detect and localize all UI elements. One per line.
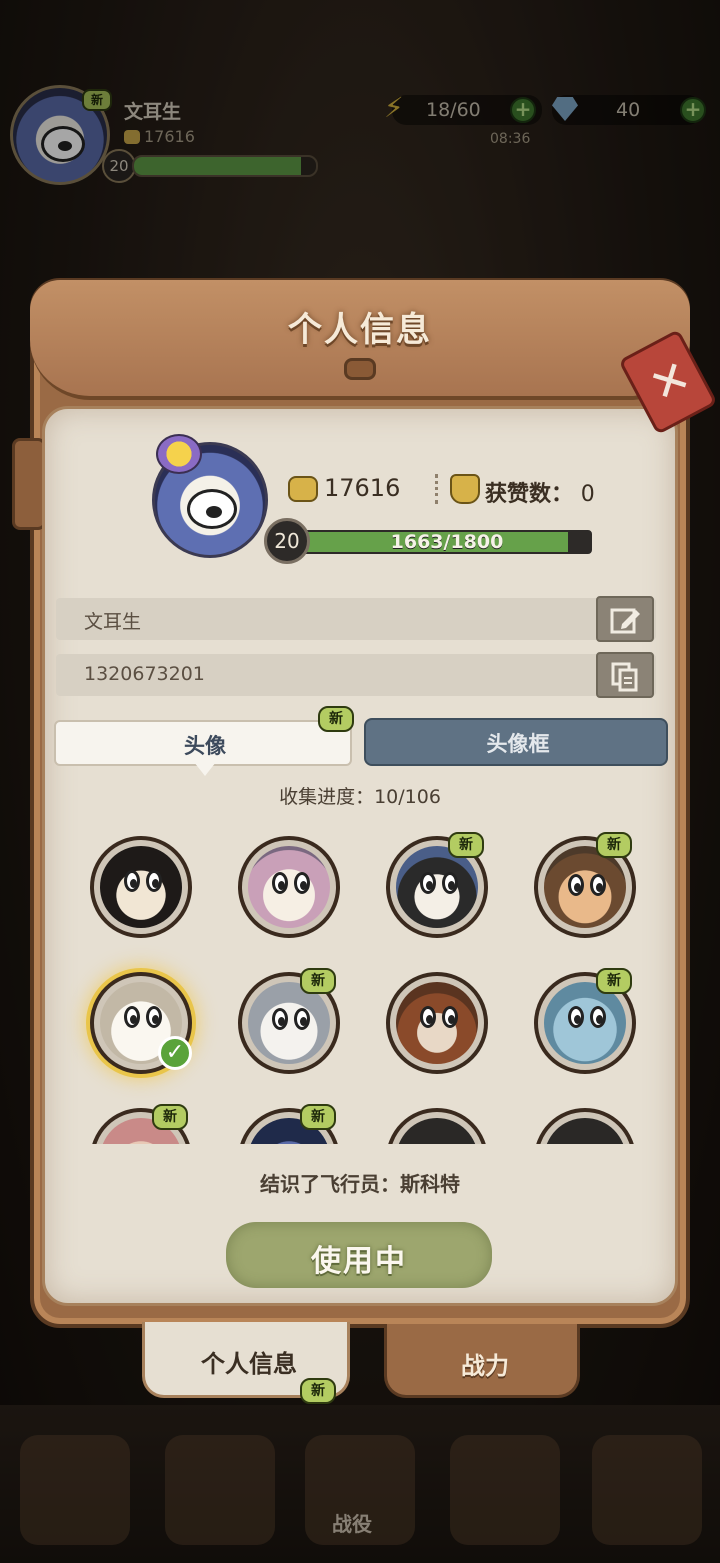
new-badge: 新: [448, 832, 484, 858]
copy-icon: [611, 662, 638, 692]
tab-personal-info-label: 个人信息: [201, 1350, 297, 1378]
player-id: 1320673201: [84, 663, 205, 685]
name-field: 文耳生: [56, 596, 656, 642]
collection-progress: 收集进度：10/106: [0, 782, 720, 809]
panel-clasp: [344, 358, 376, 380]
profile-level: 20: [264, 518, 310, 564]
avatar-unlock-info: 结识了飞行员：斯科特: [260, 1172, 460, 1196]
copy-id-button[interactable]: [596, 652, 654, 698]
personal-info-new-badge: 新: [300, 1378, 336, 1404]
tab-avatar-frame-label: 头像框: [486, 732, 550, 756]
player-name: 文耳生: [84, 611, 142, 633]
checkmark-icon: ✓: [158, 1036, 192, 1070]
progress-value: 10/106: [374, 786, 441, 808]
tab-avatar-new-badge: 新: [318, 706, 354, 732]
stat-divider: [435, 474, 438, 504]
avatar-option-locked[interactable]: [386, 1108, 488, 1144]
likes-stat: 获赞数： 0: [485, 476, 595, 508]
use-avatar-button-label: 使用中: [311, 1244, 407, 1279]
avatar-option-locked[interactable]: [534, 1108, 636, 1144]
tab-avatar-label: 头像: [184, 734, 226, 758]
avatar-badge-icon: [156, 434, 202, 474]
edit-name-button[interactable]: [596, 596, 654, 642]
avatar-grid: ✓ 新 新 新 新 新 新: [60, 826, 660, 1144]
panel-title: 个人信息: [288, 310, 432, 350]
close-icon: ✕: [640, 348, 700, 414]
likes-label: 获赞数：: [485, 482, 574, 507]
progress-label: 收集进度：: [279, 786, 375, 808]
fist-icon: [288, 476, 318, 502]
use-avatar-button[interactable]: 使用中: [226, 1222, 492, 1288]
profile-power: 17616: [324, 474, 401, 502]
tab-combat-power[interactable]: 战力: [384, 1324, 580, 1398]
tab-avatar-frame[interactable]: 头像框: [364, 718, 668, 766]
new-badge: 新: [596, 968, 632, 994]
new-badge: 新: [596, 832, 632, 858]
tab-avatar[interactable]: 头像: [54, 720, 352, 766]
edit-icon: [610, 608, 640, 634]
avatar-option[interactable]: [238, 836, 340, 938]
new-badge: 新: [152, 1104, 188, 1130]
tab-combat-power-label: 战力: [461, 1352, 509, 1380]
id-field: 1320673201: [56, 652, 656, 698]
avatar-option[interactable]: [386, 972, 488, 1074]
avatar-option[interactable]: [90, 836, 192, 938]
profile-xp-text: 1663/1800: [390, 531, 504, 553]
panel-side-strap: [12, 438, 46, 530]
likes-value: 0: [580, 482, 595, 507]
new-badge: 新: [300, 968, 336, 994]
new-badge: 新: [300, 1104, 336, 1130]
thumbs-up-icon: [450, 474, 480, 504]
